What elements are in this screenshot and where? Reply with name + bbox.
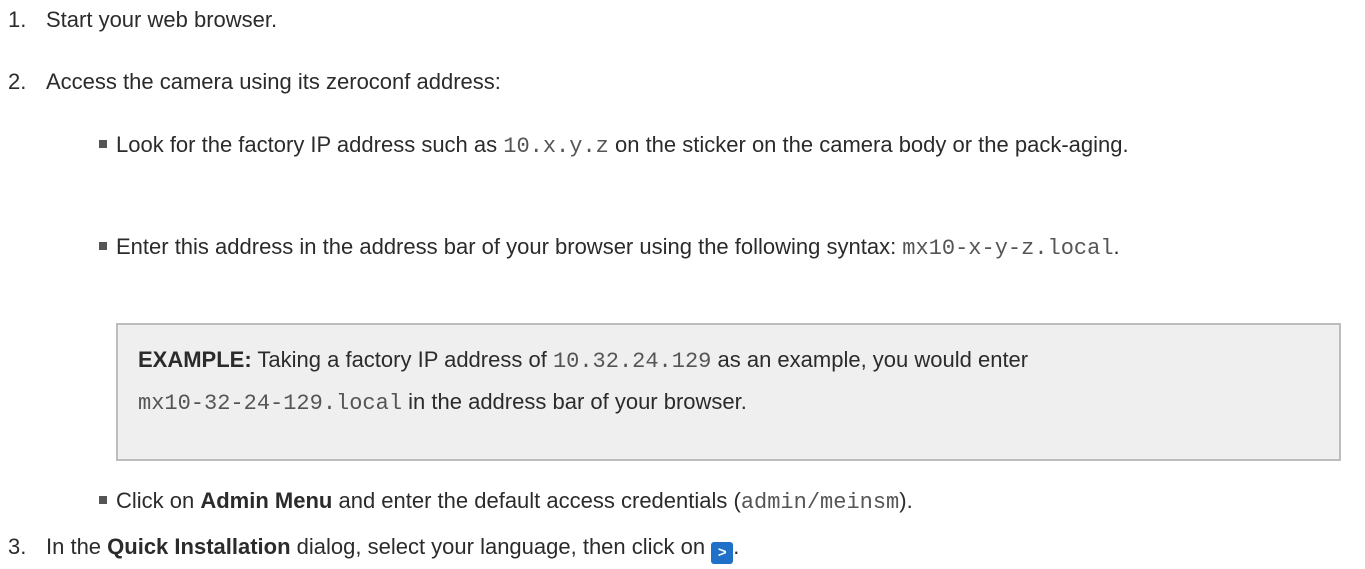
- example-ip-code: 10.32.24.129: [552, 349, 712, 374]
- example-label: EXAMPLE:: [138, 347, 252, 372]
- step-text: Access the camera using its zeroconf add…: [46, 69, 501, 94]
- step-number: 3.: [8, 534, 27, 559]
- step-1: 1. Start your web browser.: [8, 7, 277, 33]
- step-number: 2.: [8, 69, 27, 94]
- quick-installation-label: Quick Installation: [107, 534, 291, 559]
- bullet-enter-address: Enter this address in the address bar of…: [99, 227, 1236, 269]
- example-box: EXAMPLE: Taking a factory IP address of …: [116, 323, 1341, 461]
- next-arrow-icon[interactable]: >: [711, 542, 734, 564]
- square-bullet-icon: [99, 496, 107, 504]
- step-number: 1.: [8, 7, 27, 32]
- bullet-look-for-ip: Look for the factory IP address such as …: [99, 125, 1326, 167]
- step-text: Start your web browser.: [46, 7, 278, 32]
- admin-menu-label: Admin Menu: [200, 488, 333, 513]
- step-3: 3. In the Quick Installation dialog, sele…: [8, 534, 739, 564]
- ip-code: 10.x.y.z: [503, 134, 609, 159]
- step-2: 2. Access the camera using its zeroconf a…: [8, 69, 501, 95]
- zeroconf-code: mx10-x-y-z.local: [902, 236, 1114, 261]
- credentials-code: admin/meinsm: [740, 490, 900, 515]
- bullet-admin-menu: Click on Admin Menu and enter the defaul…: [99, 481, 1341, 523]
- square-bullet-icon: [99, 242, 107, 250]
- example-address-code: mx10-32-24-129.local: [138, 391, 403, 416]
- square-bullet-icon: [99, 140, 107, 148]
